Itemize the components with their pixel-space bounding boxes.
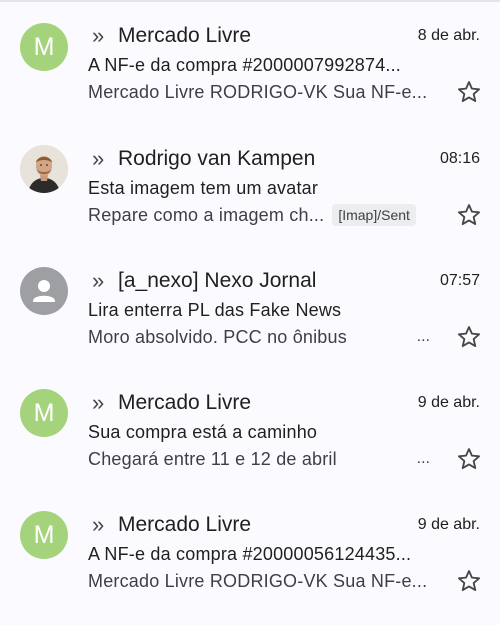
avatar[interactable] xyxy=(20,145,68,193)
avatar[interactable]: M xyxy=(20,389,68,437)
email-snippet: Chegará entre 11 e 12 de abril xyxy=(88,448,337,469)
more-ellipsis: ... xyxy=(416,328,430,345)
sender-name: Mercado Livre xyxy=(118,24,252,47)
email-snippet: Moro absolvido. PCC no ônibus xyxy=(88,326,347,347)
snippet-line: Mercado Livre RODRIGO-VK Sua NF-e... xyxy=(88,78,482,106)
sender-line: » Mercado Livre 9 de abr. xyxy=(92,389,480,417)
email-subject: A NF-e da compra #2000007992874... xyxy=(88,55,402,75)
email-date: 9 de abr. xyxy=(417,394,480,411)
email-date: 07:57 xyxy=(439,272,480,289)
sender-line: » Mercado Livre 8 de abr. xyxy=(92,22,480,50)
avatar-letter: M xyxy=(33,398,55,427)
forwarded-icon: » xyxy=(92,146,104,171)
email-date: 08:16 xyxy=(439,150,480,167)
email-snippet: Repare como a imagem ch... xyxy=(88,204,325,225)
star-icon[interactable] xyxy=(456,324,482,350)
avatar-letter: M xyxy=(33,32,55,61)
email-subject: Sua compra está a caminho xyxy=(88,422,318,442)
more-ellipsis: ... xyxy=(416,450,430,467)
star-icon[interactable] xyxy=(456,446,482,472)
avatar[interactable] xyxy=(20,267,68,315)
avatar-letter: M xyxy=(33,520,55,549)
snippet-line: Chegará entre 11 e 12 de abril ... xyxy=(88,445,482,473)
person-icon xyxy=(33,280,55,302)
sender-line: » [a_nexo] Nexo Jornal 07:57 xyxy=(92,267,480,295)
email-snippet: Mercado Livre RODRIGO-VK Sua NF-e... xyxy=(88,81,428,102)
email-list: M » Mercado Livre 8 de abr. A NF-e da co… xyxy=(0,0,500,625)
forwarded-icon: » xyxy=(92,512,104,537)
sender-name: Mercado Livre xyxy=(118,513,252,536)
snippet-line: Repare como a imagem ch... [Imap]/Sent xyxy=(88,201,482,229)
sender-name: [a_nexo] Nexo Jornal xyxy=(118,269,317,292)
avatar[interactable]: M xyxy=(20,23,68,71)
sender-line: » Mercado Livre 9 de abr. xyxy=(92,511,480,539)
sender-name: Rodrigo van Kampen xyxy=(118,147,316,170)
snippet-line: Moro absolvido. PCC no ônibus ... xyxy=(88,323,482,351)
forwarded-icon: » xyxy=(92,23,104,48)
email-row[interactable]: M » Mercado Livre 9 de abr. A NF-e da co… xyxy=(0,488,500,598)
email-snippet: Mercado Livre RODRIGO-VK Sua NF-e... xyxy=(88,570,428,591)
sender-name: Mercado Livre xyxy=(118,391,252,414)
email-subject: Lira enterra PL das Fake News xyxy=(88,300,342,320)
email-date: 9 de abr. xyxy=(417,516,480,533)
email-row[interactable]: M » Mercado Livre 9 de abr. Sua compra e… xyxy=(0,366,500,476)
email-row[interactable]: » [a_nexo] Nexo Jornal 07:57 Lira enterr… xyxy=(0,244,500,354)
star-icon[interactable] xyxy=(456,568,482,594)
profile-photo-icon xyxy=(20,145,68,193)
email-row[interactable]: » Rodrigo van Kampen 08:16 Esta imagem t… xyxy=(0,122,500,232)
email-date: 8 de abr. xyxy=(417,27,480,44)
forwarded-icon: » xyxy=(92,390,104,415)
email-subject: A NF-e da compra #20000056124435... xyxy=(88,544,412,564)
forwarded-icon: » xyxy=(92,268,104,293)
star-icon[interactable] xyxy=(456,79,482,105)
sender-line: » Rodrigo van Kampen 08:16 xyxy=(92,145,480,173)
email-subject: Esta imagem tem um avatar xyxy=(88,178,319,198)
snippet-line: Mercado Livre RODRIGO-VK Sua NF-e... xyxy=(88,567,482,595)
avatar[interactable]: M xyxy=(20,511,68,559)
star-icon[interactable] xyxy=(456,202,482,228)
email-row[interactable]: M » Mercado Livre 8 de abr. A NF-e da co… xyxy=(0,0,500,110)
folder-label: [Imap]/Sent xyxy=(332,204,416,226)
